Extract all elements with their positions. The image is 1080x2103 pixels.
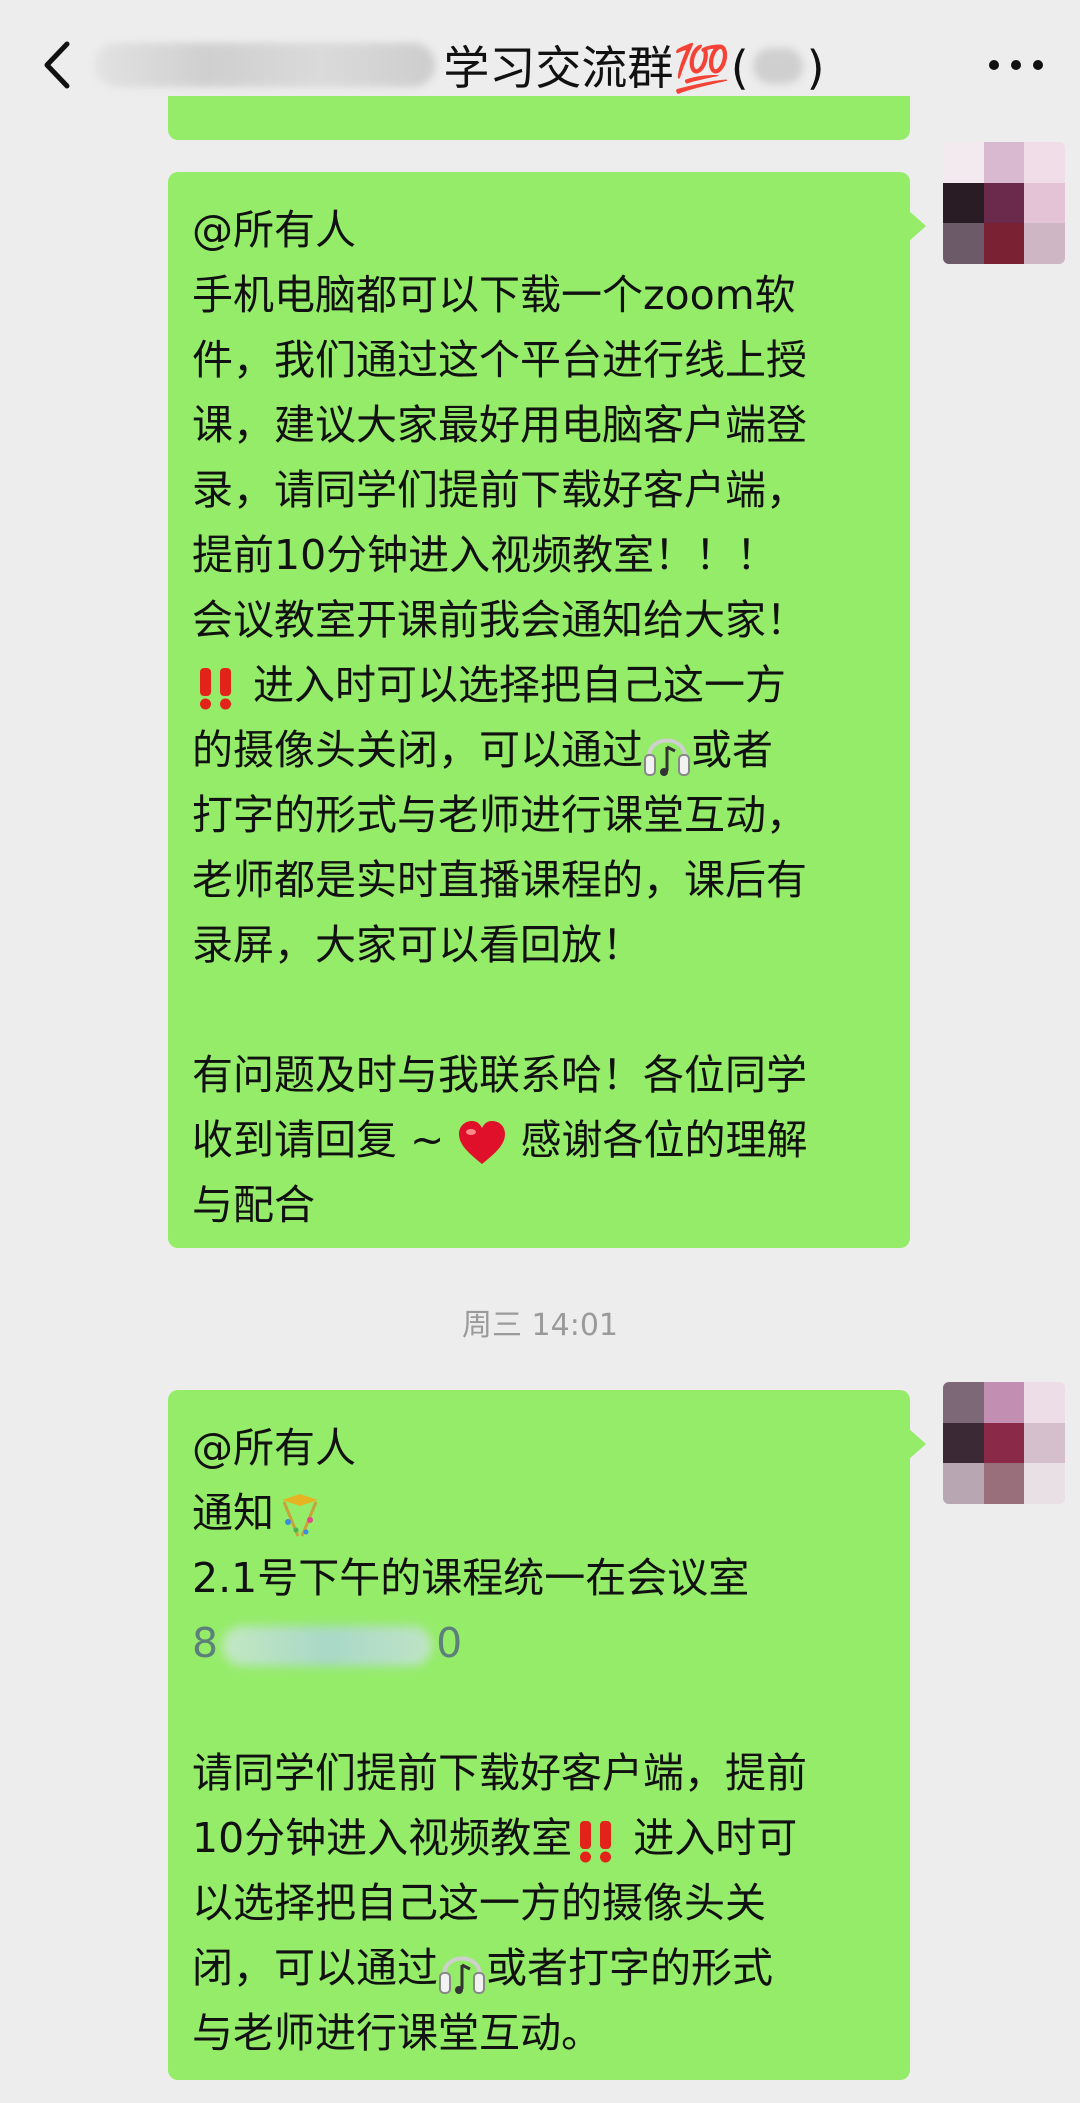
redacted-number <box>222 1626 433 1666</box>
double-exclamation-icon <box>580 1821 612 1863</box>
message-line: 件，我们通过这个平台进行线上授 <box>192 336 807 384</box>
message-line: 通知 <box>192 1481 888 1546</box>
message-bubble-2[interactable]: @所有人 通知 2.1号下午的课程统一在会议室 80 请同学们提前下载好客户端，… <box>168 1390 926 2080</box>
message-line: 老师都是实时直播课程的，课后有 <box>192 856 807 904</box>
meeting-room-number: 80 <box>192 1619 463 1667</box>
message-line: 收到请回复 ~ 感谢各位的理解 <box>192 1116 808 1164</box>
avatar[interactable] <box>943 1382 1065 1504</box>
message-line: 的摄像头关闭，可以通过 或者 <box>192 718 888 783</box>
double-exclamation-icon <box>200 668 231 710</box>
chat-title: 学习交流群💯() <box>80 30 840 100</box>
more-dots-icon <box>989 60 1043 70</box>
message-line: 提前10分钟进入视频教室！！！ <box>192 531 778 579</box>
message-line: 10分钟进入视频教室 进入时可 <box>192 1806 888 1871</box>
message-line: 会议教室开课前我会通知给大家！ <box>192 596 807 644</box>
message-line: 录，请同学们提前下载好客户端， <box>192 466 807 514</box>
avatar[interactable] <box>943 142 1065 264</box>
message-line: 2.1号下午的课程统一在会议室 <box>192 1554 750 1602</box>
message-line: 进入时可以选择把自己这一方 <box>192 653 888 718</box>
party-popper-icon <box>282 1494 318 1537</box>
chevron-left-icon <box>44 41 70 89</box>
message-line: @所有人 <box>192 1424 356 1472</box>
timestamp: 周三 14:01 <box>462 1308 618 1343</box>
message-line: 有问题及时与我联系哈！各位同学 <box>192 1051 807 1099</box>
title-redacted <box>95 43 436 87</box>
earphone-icon <box>644 738 690 776</box>
more-options-button[interactable] <box>976 30 1056 100</box>
chat-title-text: 学习交流群💯() <box>443 41 825 95</box>
message-line: 以选择把自己这一方的摄像头关 <box>192 1879 766 1927</box>
earphone-icon <box>439 1956 485 1994</box>
message-bubble-1[interactable]: @所有人 手机电脑都可以下载一个zoom软 件，我们通过这个平台进行线上授 课，… <box>168 172 926 1248</box>
message-line: 与老师进行课堂互动。 <box>192 2009 602 2057</box>
message-line: 与配合 <box>192 1181 315 1229</box>
message-line: 请同学们提前下载好客户端，提前 <box>192 1749 807 1797</box>
red-heart-icon <box>459 1121 506 1164</box>
message-line: @所有人 <box>192 206 356 254</box>
message-line: 手机电脑都可以下载一个zoom软 <box>192 271 796 319</box>
previous-message-bubble[interactable] <box>168 96 910 140</box>
message-line: 录屏，大家可以看回放！ <box>192 921 643 969</box>
message-line: 闭，可以通过 或者打字的形式 <box>192 1936 888 2001</box>
message-line: 打字的形式与老师进行课堂互动， <box>192 791 807 839</box>
message-line: 课，建议大家最好用电脑客户端登 <box>192 401 807 449</box>
